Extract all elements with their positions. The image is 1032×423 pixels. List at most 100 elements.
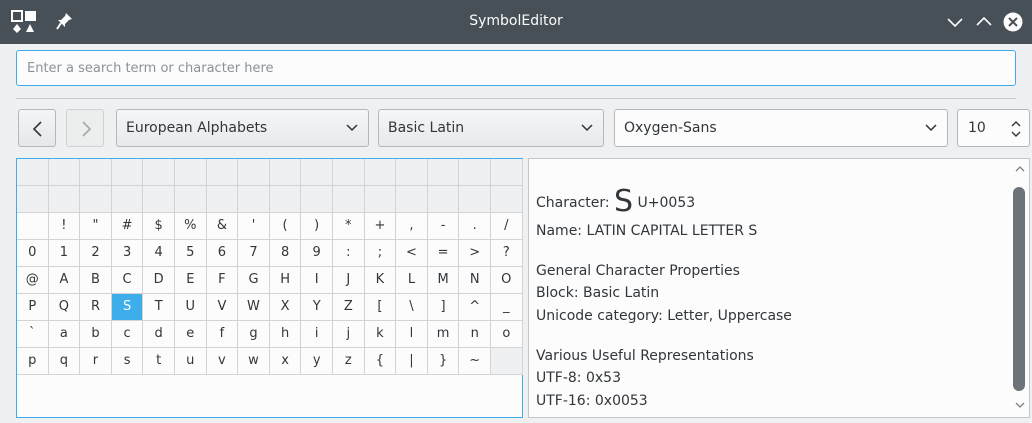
char-cell[interactable]: ; [364, 240, 397, 267]
char-cell[interactable]: V [206, 294, 239, 321]
char-cell[interactable] [80, 159, 112, 186]
char-cell[interactable]: } [427, 348, 460, 375]
char-cell[interactable] [364, 159, 397, 186]
character-table[interactable]: ! " # $% & '() * +, -./ 0 1 2 3 4 5 6 7 8 9:; < = >? @ A B C D E F G H… [16, 158, 523, 418]
char-cell[interactable]: ` [17, 321, 49, 348]
char-cell[interactable]: o [491, 321, 523, 348]
char-cell[interactable] [17, 186, 49, 213]
char-cell[interactable]: i [301, 321, 333, 348]
char-cell[interactable] [143, 186, 175, 213]
char-cell[interactable]: 2 [80, 240, 112, 267]
char-cell[interactable]: J [333, 267, 365, 294]
char-cell[interactable] [459, 159, 491, 186]
char-cell[interactable]: > [459, 240, 491, 267]
char-cell[interactable]: ! [48, 213, 81, 240]
char-cell[interactable]: ^ [459, 294, 491, 321]
char-cell[interactable]: g [238, 321, 270, 348]
char-cell[interactable]: d [143, 321, 175, 348]
char-cell[interactable]: % [175, 213, 207, 240]
minimize-chevron-icon[interactable] [945, 12, 965, 32]
char-cell[interactable] [333, 159, 365, 186]
char-cell[interactable]: p [17, 348, 49, 375]
char-cell[interactable]: c [111, 321, 144, 348]
char-cell[interactable]: l [396, 321, 428, 348]
char-cell[interactable]: & [206, 213, 239, 240]
char-cell[interactable]: w [238, 348, 270, 375]
char-cell[interactable]: M [427, 267, 460, 294]
char-cell[interactable] [111, 186, 144, 213]
char-cell[interactable]: t [143, 348, 175, 375]
char-cell[interactable]: U [175, 294, 207, 321]
char-cell[interactable]: h [269, 321, 302, 348]
char-cell[interactable]: [ [364, 294, 397, 321]
char-cell[interactable]: n [459, 321, 491, 348]
char-cell[interactable]: @ [17, 267, 49, 294]
char-cell[interactable]: b [80, 321, 112, 348]
char-cell[interactable]: S [111, 294, 144, 321]
char-cell[interactable] [269, 186, 302, 213]
char-cell[interactable] [80, 186, 112, 213]
char-cell[interactable]: ? [491, 240, 523, 267]
char-cell[interactable] [396, 186, 428, 213]
char-cell[interactable]: \ [396, 294, 428, 321]
char-cell[interactable]: 0 [17, 240, 49, 267]
char-cell[interactable]: | [396, 348, 428, 375]
char-cell[interactable]: 7 [238, 240, 270, 267]
char-cell[interactable]: Y [301, 294, 333, 321]
char-cell[interactable] [364, 186, 397, 213]
char-cell[interactable] [333, 186, 365, 213]
char-cell[interactable] [301, 186, 333, 213]
char-cell[interactable]: , [396, 213, 428, 240]
char-cell[interactable]: : [333, 240, 365, 267]
char-cell[interactable]: . [459, 213, 491, 240]
char-cell[interactable]: u [175, 348, 207, 375]
char-cell[interactable]: E [175, 267, 207, 294]
char-cell[interactable]: a [48, 321, 81, 348]
char-cell[interactable]: * [333, 213, 365, 240]
char-cell[interactable]: 3 [111, 240, 144, 267]
char-cell[interactable]: 5 [175, 240, 207, 267]
char-cell[interactable]: # [111, 213, 144, 240]
block-combobox[interactable]: Basic Latin [378, 109, 604, 147]
section-combobox[interactable]: European Alphabets [116, 109, 369, 147]
char-cell[interactable] [175, 159, 207, 186]
scroll-up-icon[interactable] [1015, 165, 1025, 173]
forward-button[interactable] [66, 109, 104, 147]
char-cell[interactable] [238, 186, 270, 213]
char-cell[interactable]: ' [238, 213, 270, 240]
char-cell[interactable]: 4 [143, 240, 175, 267]
char-cell[interactable] [491, 348, 523, 375]
char-cell[interactable] [175, 186, 207, 213]
char-cell[interactable]: z [333, 348, 365, 375]
char-cell[interactable]: e [175, 321, 207, 348]
char-cell[interactable] [48, 186, 81, 213]
char-cell[interactable]: G [238, 267, 270, 294]
char-cell[interactable]: Q [48, 294, 81, 321]
char-cell[interactable] [427, 159, 460, 186]
char-cell[interactable] [206, 159, 239, 186]
char-cell[interactable]: C [111, 267, 144, 294]
char-cell[interactable]: 9 [301, 240, 333, 267]
char-cell[interactable]: B [80, 267, 112, 294]
char-cell[interactable] [301, 159, 333, 186]
maximize-chevron-icon[interactable] [974, 12, 994, 32]
char-cell[interactable] [206, 186, 239, 213]
char-cell[interactable]: N [459, 267, 491, 294]
char-cell[interactable]: v [206, 348, 239, 375]
char-cell[interactable]: ) [301, 213, 333, 240]
search-input[interactable] [17, 51, 1015, 85]
char-cell[interactable]: / [491, 213, 523, 240]
char-cell[interactable] [459, 186, 491, 213]
char-cell[interactable]: X [269, 294, 302, 321]
char-cell[interactable] [491, 159, 523, 186]
char-cell[interactable] [143, 159, 175, 186]
char-cell[interactable] [491, 186, 523, 213]
char-cell[interactable]: x [269, 348, 302, 375]
char-cell[interactable]: T [143, 294, 175, 321]
char-cell[interactable]: $ [143, 213, 175, 240]
search-field[interactable] [16, 50, 1016, 86]
char-cell[interactable]: R [80, 294, 112, 321]
char-cell[interactable]: 6 [206, 240, 239, 267]
char-cell[interactable]: H [269, 267, 302, 294]
char-cell[interactable]: ( [269, 213, 302, 240]
